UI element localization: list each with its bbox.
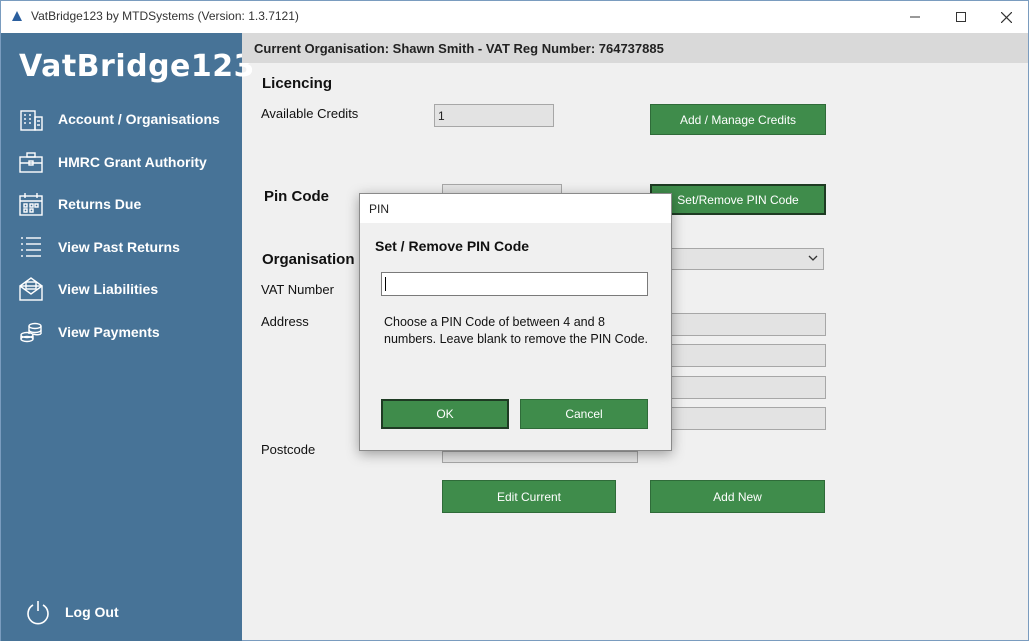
sidebar-item-account-organisations[interactable]: Account / Organisations: [17, 104, 237, 134]
vat-number-label: VAT Number: [261, 282, 334, 297]
sidebar-item-view-liabilities[interactable]: View Liabilities: [17, 274, 237, 304]
set-remove-pin-button[interactable]: Set/Remove PIN Code: [650, 184, 826, 215]
available-credits-label: Available Credits: [261, 106, 359, 121]
coins-icon: [17, 318, 45, 346]
minimize-button[interactable]: [892, 1, 938, 33]
add-new-button[interactable]: Add New: [650, 480, 825, 513]
minimize-icon: [910, 16, 920, 18]
sidebar-item-label: Account / Organisations: [58, 111, 220, 127]
maximize-icon: [956, 12, 966, 22]
add-manage-credits-button[interactable]: Add / Manage Credits: [650, 104, 826, 135]
sidebar-item-label: Returns Due: [58, 196, 142, 212]
brand-logo: VatBridge123: [19, 49, 256, 84]
building-icon: [17, 105, 45, 133]
logout-button[interactable]: Log Out: [25, 597, 119, 627]
briefcase-icon: [17, 148, 45, 176]
sidebar: VatBridge123 Account / Organisations HMR…: [1, 33, 255, 641]
envelope-icon: [17, 275, 45, 303]
organisation-title: Organisation: [262, 251, 355, 268]
sidebar-item-label: HMRC Grant Authority: [58, 154, 207, 170]
current-organisation-bar: Current Organisation: Shawn Smith - VAT …: [242, 33, 1028, 63]
close-button[interactable]: [983, 1, 1029, 33]
chevron-down-icon: [808, 255, 818, 261]
edit-current-button[interactable]: Edit Current: [442, 480, 616, 513]
pin-dialog-title-bar: PIN: [360, 194, 671, 223]
window-title: VatBridge123 by MTDSystems (Version: 1.3…: [31, 9, 299, 23]
sidebar-item-label: View Past Returns: [58, 239, 180, 255]
licencing-title: Licencing: [262, 75, 333, 92]
pin-dialog: PIN Set / Remove PIN Code Choose a PIN C…: [359, 193, 672, 451]
sidebar-item-view-payments[interactable]: View Payments: [17, 317, 237, 347]
address-line-4-field: [671, 407, 826, 430]
pin-dialog-heading: Set / Remove PIN Code: [375, 238, 530, 254]
text-caret: [385, 277, 386, 291]
available-credits-field: 1: [434, 104, 554, 127]
title-bar: VatBridge123 by MTDSystems (Version: 1.3…: [1, 1, 1028, 33]
close-icon: [1000, 11, 1012, 23]
sidebar-item-returns-due[interactable]: Returns Due: [17, 189, 237, 219]
address-label: Address: [261, 314, 309, 329]
cancel-button[interactable]: Cancel: [520, 399, 648, 429]
sidebar-item-label: View Liabilities: [58, 281, 159, 297]
pin-code-title: Pin Code: [264, 188, 330, 205]
address-line-2-field: [671, 344, 826, 367]
pin-code-input[interactable]: [381, 272, 648, 296]
list-icon: [17, 233, 45, 261]
sidebar-item-hmrc-grant-authority[interactable]: HMRC Grant Authority: [17, 147, 237, 177]
postcode-field: [442, 451, 638, 463]
pin-dialog-help-text: Choose a PIN Code of between 4 and 8 num…: [384, 315, 649, 346]
sidebar-item-view-past-returns[interactable]: View Past Returns: [17, 232, 237, 262]
app-window: VatBridge123 by MTDSystems (Version: 1.3…: [0, 0, 1029, 641]
calendar-icon: [17, 190, 45, 218]
current-organisation-text: Current Organisation: Shawn Smith - VAT …: [254, 41, 664, 56]
organisation-select[interactable]: [671, 248, 824, 270]
address-line-1-field: [671, 313, 826, 336]
logout-label: Log Out: [65, 604, 119, 620]
maximize-button[interactable]: [938, 1, 984, 33]
power-icon: [27, 601, 49, 625]
app-logo-icon: [12, 11, 22, 21]
sidebar-item-label: View Payments: [58, 324, 160, 340]
postcode-label: Postcode: [261, 442, 316, 457]
address-line-3-field: [671, 376, 826, 399]
pin-dialog-title: PIN: [369, 202, 390, 216]
ok-button[interactable]: OK: [381, 399, 509, 429]
